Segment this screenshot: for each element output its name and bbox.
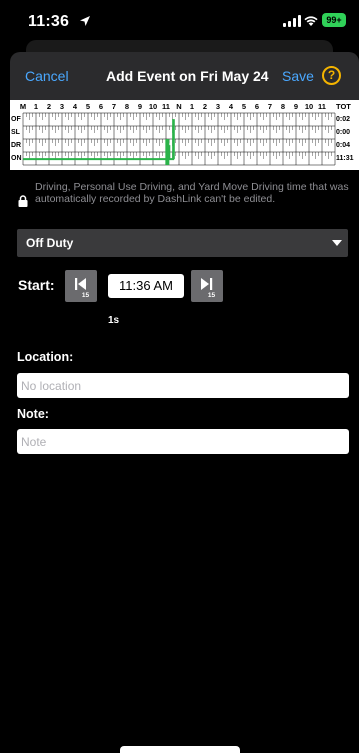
hour-label: 10 [304, 102, 314, 111]
hour-label: 11 [162, 102, 170, 111]
home-indicator [120, 746, 240, 753]
location-arrow-icon [80, 16, 90, 26]
hour-label: 6 [254, 102, 260, 111]
wifi-icon [304, 16, 318, 26]
hour-label: 3 [215, 102, 221, 111]
location-input[interactable] [17, 373, 349, 398]
hour-label: 2 [202, 102, 208, 111]
total-header: TOT [336, 102, 351, 111]
hour-label: 7 [111, 102, 117, 111]
hour-label: 2 [46, 102, 52, 111]
notice-text: Driving, Personal Use Driving, and Yard … [35, 181, 349, 205]
row-label-sl: SL [11, 129, 20, 136]
step-forward-button[interactable]: 15 [191, 270, 223, 302]
chevron-down-icon [332, 240, 342, 246]
hour-label: 8 [280, 102, 286, 111]
row-label-on: ON [11, 155, 22, 162]
event-duration: 1s [108, 315, 120, 326]
hour-label: 3 [59, 102, 65, 111]
hour-label: 6 [98, 102, 104, 111]
row-total-of: 0:02 [336, 116, 351, 123]
step-forward-amount: 15 [207, 292, 216, 299]
status-bar: 11:36 99+ [0, 0, 359, 44]
note-input[interactable] [17, 429, 349, 454]
cellular-signal-icon [283, 15, 301, 27]
duty-status-graph: TOT M 1 2 3 4 5 6 7 8 9 10 11 N 1 2 3 4 5 6 7 8 9 10 11 OF 0:02 SL… [10, 100, 359, 170]
hour-label: 1 [189, 102, 195, 111]
hour-label: 8 [124, 102, 130, 111]
hour-label: 10 [148, 102, 158, 111]
row-total-sl: 0:00 [336, 129, 351, 136]
page-title: Add Event on Fri May 24 [106, 68, 269, 84]
duty-status-value: Off Duty [26, 236, 74, 250]
note-field[interactable] [17, 429, 349, 454]
save-button[interactable]: Save [282, 68, 314, 84]
lock-icon [18, 195, 28, 207]
battery-indicator: 99+ [322, 13, 346, 27]
row-total-on: 11:31 [336, 155, 354, 162]
start-time-field[interactable]: 11:36 AM [108, 274, 184, 298]
hour-label: 1 [33, 102, 39, 111]
step-back-button[interactable]: 15 [65, 270, 97, 302]
hour-label: 11 [318, 102, 326, 111]
help-icon[interactable]: ? [322, 66, 341, 85]
hour-label: 5 [241, 102, 247, 111]
note-label: Note: [17, 407, 49, 421]
hour-label: 9 [293, 102, 299, 111]
start-label: Start: [18, 277, 55, 293]
duty-status-select[interactable]: Off Duty [17, 229, 348, 257]
row-label-of: OF [11, 116, 21, 123]
modal-header: Cancel Add Event on Fri May 24 Save ? [10, 52, 359, 100]
row-label-dr: DR [11, 142, 22, 149]
driving-segment [165, 139, 170, 165]
location-field[interactable] [17, 373, 349, 398]
row-total-dr: 0:04 [336, 142, 351, 149]
cancel-button[interactable]: Cancel [25, 68, 69, 84]
hour-label: M [19, 102, 27, 111]
hour-label: 4 [228, 102, 234, 111]
hour-label: 4 [72, 102, 78, 111]
hour-label: 5 [85, 102, 91, 111]
status-time: 11:36 [28, 13, 70, 30]
hour-label: N [176, 102, 182, 111]
hour-label: 9 [137, 102, 143, 111]
step-back-amount: 15 [81, 292, 90, 299]
location-label: Location: [17, 350, 74, 364]
hour-label: 7 [267, 102, 273, 111]
